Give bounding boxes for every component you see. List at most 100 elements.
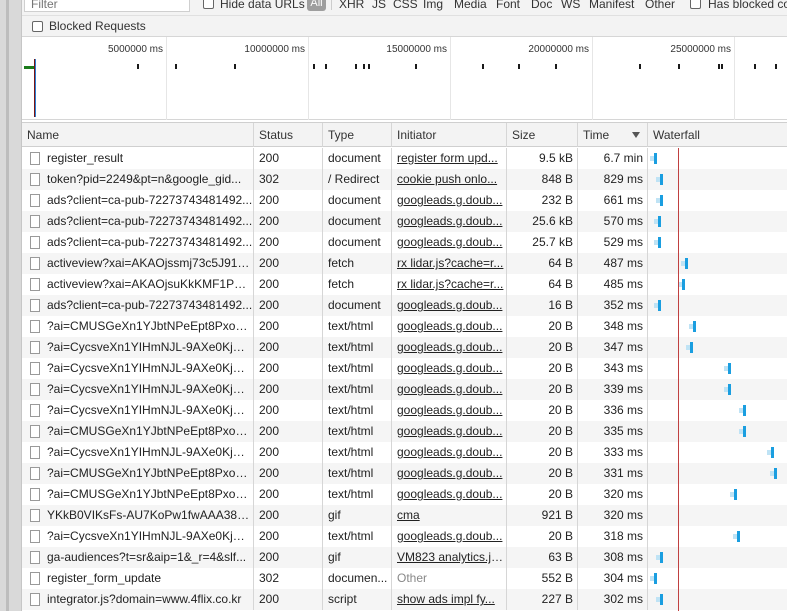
filter-type-other[interactable]: Other bbox=[645, 0, 675, 11]
has-blocked-cookies-checkbox[interactable] bbox=[690, 0, 701, 9]
waterfall-bar[interactable] bbox=[654, 573, 657, 584]
column-header-initiator[interactable]: Initiator bbox=[392, 123, 507, 147]
filter-type-manifest[interactable]: Manifest bbox=[589, 0, 634, 11]
filter-type-media[interactable]: Media bbox=[454, 0, 487, 11]
request-name-cell[interactable]: ads?client=ca-pub-72273743481492... bbox=[22, 211, 254, 232]
filter-input[interactable] bbox=[24, 0, 190, 12]
table-row[interactable]: ads?client=ca-pub-72273743481492... 200 do… bbox=[22, 232, 787, 253]
request-name-cell[interactable]: token?pid=2249&pt=n&google_gid... bbox=[22, 169, 254, 190]
table-row[interactable]: ads?client=ca-pub-72273743481492... 200 do… bbox=[22, 211, 787, 232]
waterfall-bar[interactable] bbox=[658, 216, 661, 227]
hide-data-urls-checkbox[interactable] bbox=[203, 0, 214, 9]
request-name-cell[interactable]: ga-audiences?t=sr&aip=1&_r=4&slf... bbox=[22, 547, 254, 568]
waterfall-bar[interactable] bbox=[660, 552, 663, 563]
waterfall-bar[interactable] bbox=[771, 447, 774, 458]
column-header-size[interactable]: Size bbox=[507, 123, 578, 147]
waterfall-bar[interactable] bbox=[774, 468, 777, 479]
table-row[interactable]: ?ai=CMUSGeXn1YJbtNPeEpt8PxoGz... 200 text/… bbox=[22, 484, 787, 505]
table-row[interactable]: activeview?xai=AKAOjsuKkKMF1PBv... 200 fet… bbox=[22, 274, 787, 295]
column-header-time[interactable]: Time bbox=[578, 123, 648, 147]
filter-type-img[interactable]: Img bbox=[423, 0, 443, 11]
table-row[interactable]: ?ai=CycsveXn1YIHmNJL-9AXe0KjwA... 200 text… bbox=[22, 526, 787, 547]
initiator-cell[interactable]: googleads.g.doub... bbox=[392, 421, 507, 442]
initiator-cell[interactable]: rx lidar.js?cache=r... bbox=[392, 253, 507, 274]
request-name-cell[interactable]: ?ai=CMUSGeXn1YJbtNPeEpt8PxoGz... bbox=[22, 463, 254, 484]
initiator-cell[interactable]: googleads.g.doub... bbox=[392, 379, 507, 400]
waterfall-bar[interactable] bbox=[654, 153, 657, 164]
waterfall-bar[interactable] bbox=[693, 321, 696, 332]
table-row[interactable]: ?ai=CycsveXn1YIHmNJL-9AXe0KjwA... 200 text… bbox=[22, 442, 787, 463]
table-row[interactable]: ?ai=CycsveXn1YIHmNJL-9AXe0KjwA... 200 text… bbox=[22, 358, 787, 379]
waterfall-bar[interactable] bbox=[728, 384, 731, 395]
request-name-cell[interactable]: activeview?xai=AKAOjsuKkKMF1PBv... bbox=[22, 274, 254, 295]
initiator-cell[interactable]: googleads.g.doub... bbox=[392, 232, 507, 253]
request-name-cell[interactable]: ads?client=ca-pub-72273743481492... bbox=[22, 295, 254, 316]
request-name-cell[interactable]: ?ai=CMUSGeXn1YJbtNPeEpt8PxoGz... bbox=[22, 421, 254, 442]
table-row[interactable]: ?ai=CycsveXn1YIHmNJL-9AXe0KjwA... 200 text… bbox=[22, 400, 787, 421]
table-row[interactable]: token?pid=2249&pt=n&google_gid... 302/ Re… bbox=[22, 169, 787, 190]
waterfall-bar[interactable] bbox=[682, 279, 685, 290]
initiator-cell[interactable]: googleads.g.doub... bbox=[392, 190, 507, 211]
initiator-cell[interactable]: googleads.g.doub... bbox=[392, 295, 507, 316]
timeline-overview[interactable]: 5000000 ms 10000000 ms 15000000 ms 20000… bbox=[22, 37, 787, 120]
table-row[interactable]: ?ai=CMUSGeXn1YJbtNPeEpt8PxoGz... 200 text/… bbox=[22, 421, 787, 442]
waterfall-bar[interactable] bbox=[743, 426, 746, 437]
panel-scrollbar[interactable] bbox=[6, 0, 9, 611]
request-name-cell[interactable]: ?ai=CycsveXn1YIHmNJL-9AXe0KjwA... bbox=[22, 526, 254, 547]
table-row[interactable]: ads?client=ca-pub-72273743481492... 200 do… bbox=[22, 295, 787, 316]
request-name-cell[interactable]: ?ai=CycsveXn1YIHmNJL-9AXe0KjwA... bbox=[22, 400, 254, 421]
waterfall-bar[interactable] bbox=[658, 300, 661, 311]
waterfall-bar[interactable] bbox=[734, 489, 737, 500]
request-name-cell[interactable]: ?ai=CycsveXn1YIHmNJL-9AXe0KjwA... bbox=[22, 337, 254, 358]
table-row[interactable]: integrator.js?domain=www.4flix.co.kr 200 s… bbox=[22, 589, 787, 610]
column-header-name[interactable]: Name bbox=[22, 123, 254, 147]
table-row[interactable]: register_result 200 document register form … bbox=[22, 148, 787, 169]
filter-type-js[interactable]: JS bbox=[372, 0, 386, 11]
initiator-cell[interactable]: VM823 analytics.js... bbox=[392, 547, 507, 568]
waterfall-bar[interactable] bbox=[658, 237, 661, 248]
blocked-requests-checkbox[interactable] bbox=[32, 21, 43, 32]
initiator-cell[interactable]: googleads.g.doub... bbox=[392, 463, 507, 484]
column-header-waterfall[interactable]: Waterfall bbox=[648, 123, 787, 147]
request-name-cell[interactable]: ?ai=CycsveXn1YIHmNJL-9AXe0KjwA... bbox=[22, 379, 254, 400]
column-header-status[interactable]: Status bbox=[254, 123, 323, 147]
initiator-cell[interactable]: rx lidar.js?cache=r... bbox=[392, 274, 507, 295]
waterfall-bar[interactable] bbox=[660, 195, 663, 206]
request-name-cell[interactable]: ads?client=ca-pub-72273743481492... bbox=[22, 190, 254, 211]
filter-type-doc[interactable]: Doc bbox=[531, 0, 552, 11]
waterfall-bar[interactable] bbox=[690, 342, 693, 353]
table-row[interactable]: ?ai=CycsveXn1YIHmNJL-9AXe0KjwA... 200 text… bbox=[22, 379, 787, 400]
table-row[interactable]: ?ai=CycsveXn1YIHmNJL-9AXe0KjwA... 200 text… bbox=[22, 337, 787, 358]
initiator-cell[interactable]: googleads.g.doub... bbox=[392, 400, 507, 421]
table-row[interactable]: activeview?xai=AKAOjssmj73c5J91d... 200 fe… bbox=[22, 253, 787, 274]
waterfall-bar[interactable] bbox=[743, 405, 746, 416]
table-row[interactable]: ?ai=CMUSGeXn1YJbtNPeEpt8PxoGz... 200 text/… bbox=[22, 316, 787, 337]
request-name-cell[interactable]: register_form_update bbox=[22, 568, 254, 589]
waterfall-bar[interactable] bbox=[728, 363, 731, 374]
filter-type-ws[interactable]: WS bbox=[561, 0, 580, 11]
waterfall-bar[interactable] bbox=[685, 258, 688, 269]
column-header-type[interactable]: Type bbox=[323, 123, 392, 147]
filter-type-all[interactable]: All bbox=[307, 0, 326, 11]
request-name-cell[interactable]: ?ai=CMUSGeXn1YJbtNPeEpt8PxoGz... bbox=[22, 316, 254, 337]
waterfall-bar[interactable] bbox=[660, 594, 663, 605]
waterfall-bar[interactable] bbox=[737, 531, 740, 542]
table-row[interactable]: ga-audiences?t=sr&aip=1&_r=4&slf... 200 gi… bbox=[22, 547, 787, 568]
filter-type-xhr[interactable]: XHR bbox=[339, 0, 364, 11]
table-row[interactable]: ?ai=CMUSGeXn1YJbtNPeEpt8PxoGz... 200 text/… bbox=[22, 463, 787, 484]
filter-type-css[interactable]: CSS bbox=[393, 0, 418, 11]
waterfall-bar[interactable] bbox=[660, 174, 663, 185]
request-name-cell[interactable]: ads?client=ca-pub-72273743481492... bbox=[22, 232, 254, 253]
table-row[interactable]: YKkB0VIKsFs-AU7KoPw1fwAAA38AA... 200 gif cm… bbox=[22, 505, 787, 526]
initiator-cell[interactable]: googleads.g.doub... bbox=[392, 358, 507, 379]
request-name-cell[interactable]: register_result bbox=[22, 148, 254, 169]
initiator-cell[interactable]: googleads.g.doub... bbox=[392, 484, 507, 505]
request-name-cell[interactable]: ?ai=CycsveXn1YIHmNJL-9AXe0KjwA... bbox=[22, 442, 254, 463]
initiator-cell[interactable]: cma bbox=[392, 505, 507, 526]
initiator-cell[interactable]: register form upd... bbox=[392, 148, 507, 169]
request-name-cell[interactable]: YKkB0VIKsFs-AU7KoPw1fwAAA38AA... bbox=[22, 505, 254, 526]
request-name-cell[interactable]: ?ai=CMUSGeXn1YJbtNPeEpt8PxoGz... bbox=[22, 484, 254, 505]
initiator-cell[interactable]: googleads.g.doub... bbox=[392, 316, 507, 337]
table-row[interactable]: register_form_update 302 documen... Other 55… bbox=[22, 568, 787, 589]
request-name-cell[interactable]: activeview?xai=AKAOjssmj73c5J91d... bbox=[22, 253, 254, 274]
